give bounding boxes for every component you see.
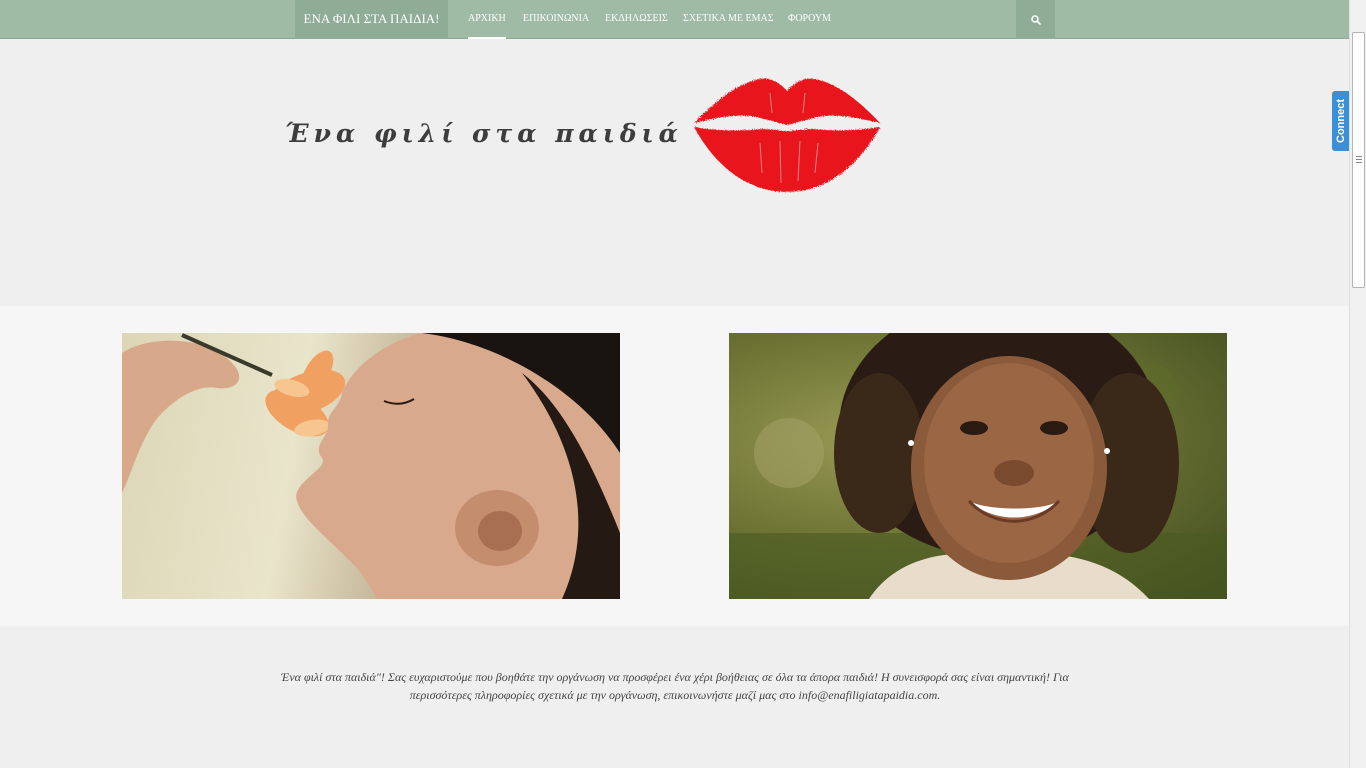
scrollbar-thumb[interactable] xyxy=(1352,32,1365,288)
grip-line xyxy=(1356,159,1362,160)
nav-item-home[interactable]: ΑΡΧΙΚΗ xyxy=(468,0,506,39)
search-button[interactable] xyxy=(1016,0,1055,39)
grip-line xyxy=(1356,162,1362,163)
image-section xyxy=(0,306,1349,626)
nav-item-about[interactable]: ΣΧΕΤΙΚΑ ΜΕ ΕΜΑΣ xyxy=(683,0,774,39)
smiling-girl-photo xyxy=(729,333,1227,599)
search-icon xyxy=(1030,14,1041,25)
child-with-flower-photo xyxy=(122,333,620,599)
hero-banner: Ένα φιλί στα παιδιά xyxy=(0,39,1349,306)
page: ΕΝΑ ΦΙΛΙ ΣΤΑ ΠΑΙΔΙΑ! ΑΡΧΙΚΗ ΕΠΙΚΟΙΝΩΝΙΑ … xyxy=(0,0,1349,768)
vertical-scrollbar[interactable] xyxy=(1349,0,1366,768)
top-navbar: ΕΝΑ ΦΙΛΙ ΣΤΑ ΠΑΙΔΙΑ! ΑΡΧΙΚΗ ΕΠΙΚΟΙΝΩΝΙΑ … xyxy=(0,0,1349,39)
connect-tab[interactable]: Connect xyxy=(1332,91,1349,151)
grip-line xyxy=(1356,156,1362,157)
site-brand[interactable]: ΕΝΑ ΦΙΛΙ ΣΤΑ ΠΑΙΔΙΑ! xyxy=(295,0,448,39)
nav-item-contact[interactable]: ΕΠΙΚΟΙΝΩΝΙΑ xyxy=(523,0,589,39)
nav-item-events[interactable]: ΕΚΔΗΛΩΣΕΙΣ xyxy=(605,0,668,39)
nav-item-forum[interactable]: ΦΟΡΟΥΜ xyxy=(788,0,831,39)
footer-message: Ένα φιλί στα παιδιά"! Σας ευχαριστούμε π… xyxy=(281,670,1069,702)
hero-title: Ένα φιλί στα παιδιά xyxy=(285,119,683,148)
connect-label: Connect xyxy=(1334,99,1347,143)
lips-icon xyxy=(694,78,880,192)
